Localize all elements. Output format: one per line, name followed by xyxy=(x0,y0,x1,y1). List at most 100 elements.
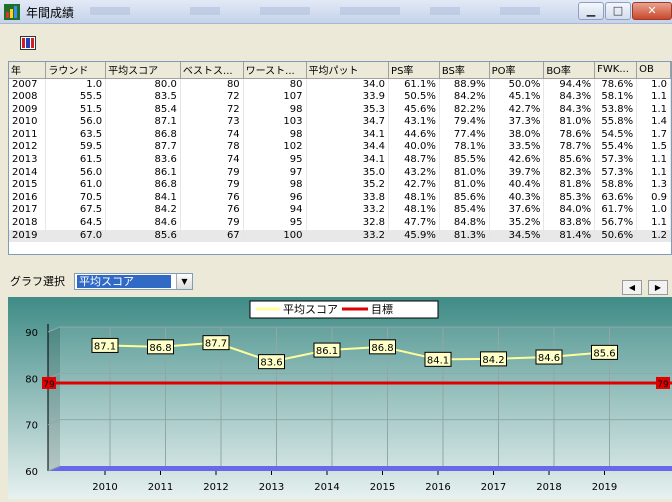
maximize-button[interactable]: □ xyxy=(605,2,631,20)
table-cell: 2011 xyxy=(9,128,47,142)
minimize-button[interactable]: ▁ xyxy=(578,2,604,20)
column-header[interactable]: ラウンド xyxy=(45,62,107,79)
score-chart-svg: 60 70 80 90 2010 2011 2012 2013 2014 2015 2016 2017… xyxy=(8,297,672,499)
table-cell: 85.4% xyxy=(439,204,490,218)
table-cell: 79.4% xyxy=(439,116,490,129)
graph-select-dropdown[interactable]: 平均スコア ▼ xyxy=(74,273,193,290)
scroll-left-button[interactable]: ◀ xyxy=(622,280,642,295)
table-cell: 58.8% xyxy=(594,179,638,192)
table-cell: 55.8% xyxy=(594,116,638,129)
table-cell: 73 xyxy=(180,116,244,129)
table-cell: 86.8 xyxy=(105,179,181,192)
table-cell: 85.6% xyxy=(439,191,490,205)
table-row[interactable]: 2008 55.5 83.5 72 107 33.9 50.5% 84.2% 45.1% 84.3… xyxy=(9,91,671,104)
table-row[interactable]: 2009 51.5 85.4 72 98 35.3 45.6% 82.2% 42.7% 84.3%… xyxy=(9,103,671,117)
chart-toolbar-icon[interactable] xyxy=(20,36,36,50)
table-cell: 79 xyxy=(180,166,244,180)
table-row[interactable]: 2014 56.0 86.1 79 97 35.0 43.2% 81.0% 39.7% 82.3%… xyxy=(9,166,671,180)
table-cell: 87.7 xyxy=(105,141,181,155)
table-cell: 33.9 xyxy=(306,91,390,104)
table-cell: 34.1 xyxy=(306,128,390,142)
column-header[interactable]: OB xyxy=(636,62,671,79)
table-row[interactable]: 2019 67.0 85.6 67 100 33.2 45.9% 81.3% 34.5% 81.4… xyxy=(9,229,671,243)
table-cell: 2016 xyxy=(9,191,47,205)
plot-side-wall xyxy=(48,327,60,471)
chevron-down-icon[interactable]: ▼ xyxy=(176,274,192,289)
table-cell: 82.3% xyxy=(543,166,596,180)
table-row[interactable]: 2018 64.5 84.6 79 95 32.8 47.7% 84.8% 35.2% 83.8%… xyxy=(9,217,671,230)
table-cell: 2018 xyxy=(9,217,47,230)
x-tick-label: 2012 xyxy=(203,482,228,493)
table-cell: 82.2% xyxy=(439,103,490,117)
table-cell: 81.3% xyxy=(439,229,490,243)
table-cell: 72 xyxy=(180,91,244,104)
app-icon xyxy=(4,4,20,20)
column-header[interactable]: ワースト... xyxy=(243,62,307,79)
table-cell: 34.0 xyxy=(306,78,390,92)
x-tick-label: 2018 xyxy=(536,482,561,493)
maximize-icon: □ xyxy=(612,4,624,17)
data-label: 84.1 xyxy=(427,355,449,366)
table-cell: 57.3% xyxy=(594,154,638,167)
table-row[interactable]: 2012 59.5 87.7 78 102 34.4 40.0% 78.1% 33.5% 78.7… xyxy=(9,141,671,155)
table-cell: 44.6% xyxy=(388,128,440,142)
plot-floor xyxy=(48,466,672,471)
table-cell: 56.0 xyxy=(45,116,107,129)
close-icon: ✕ xyxy=(647,4,657,17)
table-cell: 88.9% xyxy=(439,78,490,92)
table-cell: 61.5 xyxy=(45,154,107,167)
column-header[interactable]: PS率 xyxy=(388,62,440,79)
table-cell: 64.5 xyxy=(45,217,107,230)
table-cell: 78.7% xyxy=(543,141,596,155)
column-header[interactable]: ベストス... xyxy=(180,62,244,79)
table-row[interactable]: 2015 61.0 86.8 79 98 35.2 42.7% 81.0% 40.4% 81.8%… xyxy=(9,179,671,192)
table-row[interactable]: 2011 63.5 86.8 74 98 34.1 44.6% 77.4% 38.0% 78.6%… xyxy=(9,128,671,142)
table-cell: 74 xyxy=(180,128,244,142)
column-header[interactable]: BS率 xyxy=(439,62,490,79)
table-row[interactable]: 2016 70.5 84.1 76 96 33.8 48.1% 85.6% 40.3% 85.3%… xyxy=(9,191,671,205)
x-tick-label: 2016 xyxy=(425,482,450,493)
column-header[interactable]: 平均スコア xyxy=(105,62,181,79)
close-button[interactable]: ✕ xyxy=(632,2,672,20)
table-cell: 50.6% xyxy=(594,229,638,243)
table-cell: 83.5 xyxy=(105,91,181,104)
table-cell: 33.5% xyxy=(489,141,545,155)
column-header[interactable]: 平均パット xyxy=(306,62,390,79)
table-row[interactable]: 2013 61.5 83.6 74 95 34.1 48.7% 85.5% 42.6% 85.6%… xyxy=(9,154,671,167)
graph-select-value: 平均スコア xyxy=(77,275,171,288)
table-cell: 53.8% xyxy=(594,103,638,117)
scroll-right-button[interactable]: ▶ xyxy=(648,280,668,295)
table-row[interactable]: 2007 1.0 80.0 80 80 34.0 61.1% 88.9% 50.0% 94.4% 7… xyxy=(9,78,671,92)
column-header[interactable]: 年 xyxy=(9,62,47,79)
table-row[interactable]: 2017 67.5 84.2 76 94 33.2 48.1% 85.4% 37.6% 84.0%… xyxy=(9,204,671,218)
column-header[interactable]: PO率 xyxy=(489,62,545,79)
table-cell: 55.5 xyxy=(45,91,107,104)
target-label-left: 79 xyxy=(43,380,55,390)
target-label-right: 79 xyxy=(657,380,669,390)
table-cell: 50.5% xyxy=(388,91,440,104)
table-cell: 43.2% xyxy=(388,166,440,180)
table-cell: 59.5 xyxy=(45,141,107,155)
table-cell: 85.5% xyxy=(439,154,490,167)
table-cell: 84.3% xyxy=(543,103,596,117)
data-label: 87.7 xyxy=(205,339,227,350)
table-cell: 95 xyxy=(243,154,307,167)
table-cell: 84.1 xyxy=(105,191,181,205)
table-cell: 40.0% xyxy=(388,141,440,155)
table-cell: 79 xyxy=(180,217,244,230)
chevron-right-icon: ▶ xyxy=(654,283,662,292)
table-cell: 33.8 xyxy=(306,191,390,205)
table-cell: 98 xyxy=(243,128,307,142)
table-cell: 39.7% xyxy=(489,166,545,180)
column-header[interactable]: BO率 xyxy=(543,62,596,79)
table-row[interactable]: 2010 56.0 87.1 73 103 34.7 43.1% 79.4% 37.3% 81.0… xyxy=(9,116,671,129)
column-header[interactable]: FWK... xyxy=(594,62,638,79)
table-cell: 50.0% xyxy=(489,78,545,92)
table-cell: 45.1% xyxy=(489,91,545,104)
table-cell: 78.1% xyxy=(439,141,490,155)
table-cell: 56.7% xyxy=(594,217,638,230)
stats-table[interactable]: 年ラウンド 平均スコア ベストス... ワースト... 平均パット PS率 BS率 PO率 BO… xyxy=(8,61,672,255)
table-cell: 96 xyxy=(243,191,307,205)
table-cell: 83.8% xyxy=(543,217,596,230)
table-cell: 37.6% xyxy=(489,204,545,218)
